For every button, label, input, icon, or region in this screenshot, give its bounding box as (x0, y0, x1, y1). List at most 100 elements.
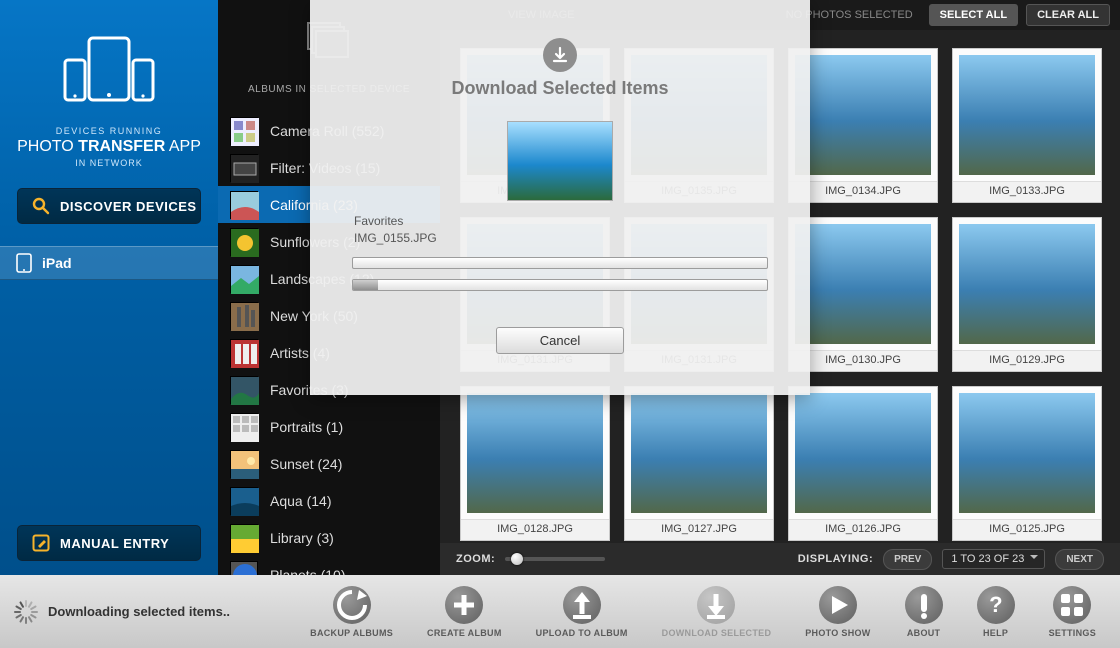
search-icon (32, 197, 50, 215)
photo-thumb (467, 393, 603, 513)
select-all-button[interactable]: SELECT ALL (929, 4, 1018, 26)
photo-thumb (795, 393, 931, 513)
upload-to-album-button[interactable]: UPLOAD TO ALBUM (536, 586, 628, 638)
photo-show-icon (819, 586, 857, 624)
bottom-toolbar: Downloading selected items.. BACKUP ALBU… (0, 575, 1120, 648)
album-label: Planets (10) (270, 567, 345, 576)
photo-card[interactable]: IMG_0129.JPG (952, 217, 1102, 372)
device-item-ipad[interactable]: iPad (0, 246, 218, 280)
photo-thumb (959, 55, 1095, 175)
album-thumb-icon (230, 413, 258, 441)
photo-caption: IMG_0133.JPG (953, 181, 1101, 202)
status-area: Downloading selected items.. (14, 600, 230, 624)
logo-line1: DEVICES RUNNING (0, 126, 218, 136)
zoom-slider[interactable] (505, 557, 605, 561)
album-item[interactable]: Library (3) (218, 519, 440, 556)
action-label: HELP (983, 628, 1008, 638)
photo-card[interactable]: IMG_0134.JPG (788, 48, 938, 203)
logo-line2: PHOTO TRANSFER APP (0, 138, 218, 156)
range-dropdown[interactable]: 1 TO 23 OF 23 (942, 549, 1045, 569)
photo-caption: IMG_0128.JPG (461, 519, 609, 540)
photo-card[interactable]: IMG_0127.JPG (624, 386, 774, 541)
modal-meta: Favorites IMG_0155.JPG (354, 213, 810, 247)
album-label: Portraits (1) (270, 419, 343, 435)
upload-to-album-icon (563, 586, 601, 624)
modal-title: Download Selected Items (310, 78, 810, 99)
photo-show-button[interactable]: PHOTO SHOW (805, 586, 870, 638)
action-label: CREATE ALBUM (427, 628, 502, 638)
zoom-label: ZOOM: (456, 553, 495, 565)
create-album-button[interactable]: CREATE ALBUM (427, 586, 502, 638)
action-label: UPLOAD TO ALBUM (536, 628, 628, 638)
download-selected-button[interactable]: DOWNLOAD SELECTED (662, 586, 772, 638)
settings-icon (1053, 586, 1091, 624)
album-item[interactable]: Planets (10) (218, 556, 440, 575)
photo-thumb (631, 393, 767, 513)
discover-devices-label: DISCOVER DEVICES (60, 199, 197, 214)
settings-button[interactable]: SETTINGS (1049, 586, 1096, 638)
photo-thumb (795, 55, 931, 175)
logo-line3: IN NETWORK (0, 158, 218, 168)
album-item[interactable]: Aqua (14) (218, 482, 440, 519)
edit-icon (32, 534, 50, 552)
photo-card[interactable]: IMG_0133.JPG (952, 48, 1102, 203)
progress-bar-total (352, 279, 768, 291)
device-label: iPad (42, 255, 72, 271)
prev-button[interactable]: PREV (883, 549, 932, 570)
photo-thumb (959, 224, 1095, 344)
displaying-label: DISPLAYING: (798, 553, 873, 565)
app-logo: DEVICES RUNNING PHOTO TRANSFER APP IN NE… (0, 0, 218, 168)
modal-filename: IMG_0155.JPG (354, 230, 810, 247)
album-item[interactable]: Portraits (1) (218, 408, 440, 445)
album-thumb-icon (230, 339, 258, 367)
photo-caption: IMG_0126.JPG (789, 519, 937, 540)
album-thumb-icon (230, 524, 258, 552)
action-label: ABOUT (907, 628, 941, 638)
album-label: Aqua (14) (270, 493, 331, 509)
backup-albums-button[interactable]: BACKUP ALBUMS (310, 586, 393, 638)
photo-thumb (795, 224, 931, 344)
cancel-button[interactable]: Cancel (496, 327, 624, 354)
svg-text:?: ? (989, 592, 1003, 617)
album-label: Library (3) (270, 530, 334, 546)
modal-folder: Favorites (354, 213, 810, 230)
photo-caption: IMG_0129.JPG (953, 350, 1101, 371)
album-thumb-icon (230, 561, 258, 576)
photo-card[interactable]: IMG_0126.JPG (788, 386, 938, 541)
download-selected-icon (697, 586, 735, 624)
download-icon (543, 38, 577, 72)
grid-footer: ZOOM: DISPLAYING: PREV 1 TO 23 OF 23 NEX… (440, 543, 1120, 575)
action-label: PHOTO SHOW (805, 628, 870, 638)
create-album-icon (445, 586, 483, 624)
photo-caption: IMG_0127.JPG (625, 519, 773, 540)
album-thumb-icon (230, 228, 258, 256)
album-thumb-icon (230, 450, 258, 478)
manual-entry-button[interactable]: MANUAL ENTRY (17, 525, 201, 561)
modal-preview-thumb (507, 121, 613, 201)
album-label: Sunset (24) (270, 456, 342, 472)
help-icon: ? (977, 586, 1015, 624)
spinner-icon (14, 600, 38, 624)
progress-bar-file (352, 257, 768, 269)
photo-card[interactable]: IMG_0125.JPG (952, 386, 1102, 541)
sidebar: DEVICES RUNNING PHOTO TRANSFER APP IN NE… (0, 0, 218, 575)
discover-devices-button[interactable]: DISCOVER DEVICES (17, 188, 201, 224)
clear-all-button[interactable]: CLEAR ALL (1026, 4, 1110, 26)
album-thumb-icon (230, 265, 258, 293)
photo-caption: IMG_0125.JPG (953, 519, 1101, 540)
action-buttons: BACKUP ALBUMS CREATE ALBUM UPLOAD TO ALBUM… (310, 586, 1096, 638)
photo-card[interactable]: IMG_0128.JPG (460, 386, 610, 541)
tablet-icon (16, 253, 32, 273)
photo-caption: IMG_0134.JPG (789, 181, 937, 202)
backup-albums-icon (333, 586, 371, 624)
album-thumb-icon (230, 154, 258, 182)
about-button[interactable]: ABOUT (905, 586, 943, 638)
help-button[interactable]: ? HELP (977, 586, 1015, 638)
about-icon (905, 586, 943, 624)
photo-card[interactable]: IMG_0130.JPG (788, 217, 938, 372)
album-item[interactable]: Sunset (24) (218, 445, 440, 482)
next-button[interactable]: NEXT (1055, 549, 1104, 570)
action-label: BACKUP ALBUMS (310, 628, 393, 638)
action-label: SETTINGS (1049, 628, 1096, 638)
album-thumb-icon (230, 302, 258, 330)
